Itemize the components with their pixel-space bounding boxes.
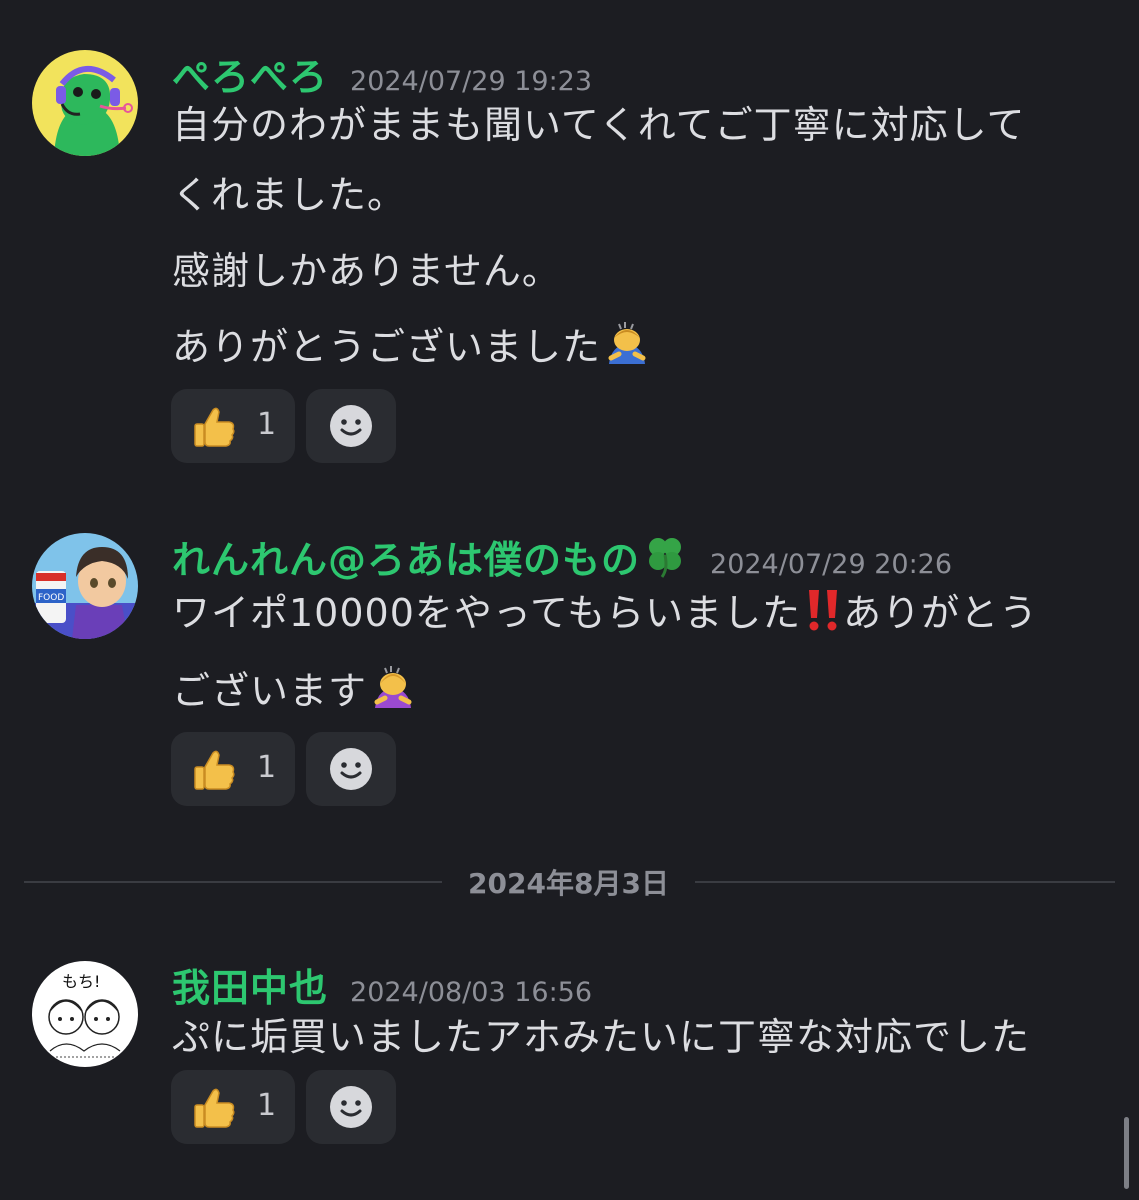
avatar[interactable]: FOOD [32, 533, 138, 639]
reaction-thumbs-up-button[interactable]: 1 [171, 1070, 295, 1144]
message-text: ありがとう [843, 591, 1039, 635]
chat-view: ぺろぺろ 2024/07/29 19:23 自分のわがままも聞いてくれてご丁寧に対… [0, 0, 1139, 1200]
four-leaf-clover-icon [642, 533, 688, 583]
avatar-headset-character-icon [32, 50, 138, 156]
add-reaction-button[interactable] [306, 1070, 396, 1144]
double-exclamation-icon [803, 588, 843, 641]
timestamp: 2024/08/03 16:56 [350, 977, 593, 1008]
thumbs-up-icon [194, 1088, 235, 1128]
person-bowing-icon [603, 318, 651, 375]
message-text: ぷに垢買いましたアホみたいに丁寧な対応でした [172, 1015, 1031, 1059]
message-text: ワイポ10000をやってもらいました [172, 591, 802, 635]
person-bowing-icon [369, 662, 417, 719]
add-reaction-smile-icon [330, 748, 372, 790]
avatar[interactable]: もち! [32, 961, 138, 1067]
avatar-sketch-drawing-icon: もち! [32, 961, 138, 1067]
add-reaction-smile-icon [330, 405, 372, 447]
message-header: れんれん@ろあは僕のもの 2024/07/29 20:26 [172, 529, 952, 584]
avatar-anime-character-icon: FOOD [32, 533, 138, 639]
reaction-count: 1 [257, 750, 277, 785]
avatar-sketch-text: もち! [62, 972, 100, 991]
message-text: くれました。 [172, 173, 407, 217]
message-header: ぺろぺろ 2024/07/29 19:23 [172, 46, 592, 101]
thumbs-up-icon [194, 407, 235, 447]
svg-text:FOOD: FOOD [38, 593, 64, 603]
reaction-thumbs-up-button[interactable]: 1 [171, 389, 295, 463]
thumbs-up-icon [194, 750, 235, 790]
add-reaction-smile-icon [330, 1086, 372, 1128]
reaction-count: 1 [257, 1088, 277, 1123]
message-text: ありがとうございました [172, 325, 602, 369]
reaction-count: 1 [257, 407, 277, 442]
timestamp: 2024/07/29 20:26 [710, 549, 953, 580]
message-text: 感謝しかありません。 [172, 249, 561, 293]
divider-line [695, 881, 1115, 883]
message-text: 自分のわがままも聞いてくれてご丁寧に対応して [172, 103, 1026, 147]
avatar[interactable] [32, 50, 138, 156]
message-text-line: ワイポ10000をやってもらいました ありがとう [172, 582, 1038, 641]
username[interactable]: れんれん@ろあは僕のもの [172, 538, 640, 582]
add-reaction-button[interactable] [306, 389, 396, 463]
message-text: ございます [172, 669, 368, 713]
username[interactable]: 我田中也 [172, 966, 328, 1010]
message-text-line: ございます [172, 660, 417, 719]
divider-date: 2024年8月3日 [468, 867, 669, 900]
reaction-thumbs-up-button[interactable]: 1 [171, 732, 295, 806]
username[interactable]: ぺろぺろ [172, 55, 328, 99]
add-reaction-button[interactable] [306, 732, 396, 806]
message-header: 我田中也 2024/08/03 16:56 [172, 957, 592, 1012]
divider-line [24, 881, 442, 883]
date-divider: 2024年8月3日 [24, 862, 1115, 902]
scrollbar[interactable] [1124, 1117, 1129, 1189]
timestamp: 2024/07/29 19:23 [350, 66, 593, 97]
message-text-line: ありがとうございました [172, 316, 651, 375]
